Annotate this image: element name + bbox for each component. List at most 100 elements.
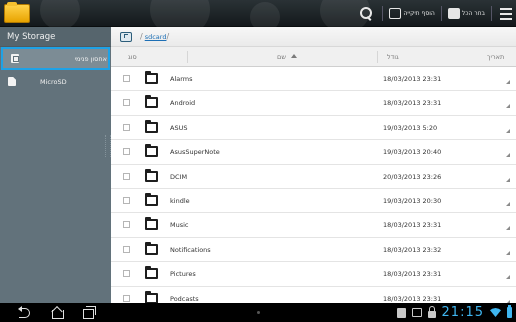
recent-apps-icon[interactable]: [82, 306, 96, 319]
row-checkbox[interactable]: [123, 75, 130, 82]
file-date: 19/03/2013 20:40: [383, 148, 442, 157]
folder-icon: [145, 71, 158, 84]
file-name: AsusSuperNote: [170, 148, 220, 157]
row-checkbox[interactable]: [123, 221, 130, 229]
action-bar-buttons: הוסף תיקייה בחר הכל: [358, 4, 512, 23]
row-checkbox[interactable]: [123, 172, 130, 180]
row-checkbox[interactable]: [123, 196, 130, 204]
file-list: Alarms 18/03/2013 23:31 Android 18/03/20…: [111, 67, 516, 303]
folder-icon: [145, 290, 158, 303]
column-divider: [187, 51, 188, 63]
sidebar-item-label: אחסון פנימי: [74, 54, 107, 63]
file-row[interactable]: Android 18/03/2013 23:31: [111, 91, 516, 116]
indicator-dot: [257, 311, 260, 314]
row-checkbox[interactable]: [123, 270, 130, 278]
back-icon[interactable]: [18, 306, 32, 318]
row-corner-icon: [506, 80, 510, 84]
file-date: 19/03/2013 20:30: [383, 196, 442, 205]
file-name: Podcasts: [170, 294, 199, 303]
file-name: DCIM: [170, 172, 188, 181]
file-name: Music: [170, 221, 189, 230]
file-row[interactable]: Podcasts 18/03/2013 23:31: [111, 287, 516, 303]
file-date: 18/03/2013 23:31: [383, 75, 442, 83]
action-bar: הוסף תיקייה בחר הכל: [0, 0, 516, 37]
folder-icon: [145, 119, 158, 133]
breadcrumb-separator: /: [166, 32, 170, 41]
row-checkbox[interactable]: [123, 99, 130, 107]
internal-storage-icon: [11, 54, 19, 63]
file-date: 19/03/2013 5:20: [383, 123, 438, 132]
system-navigation-bar: 21:15: [0, 303, 516, 322]
breadcrumb: / sdcard /: [111, 27, 516, 47]
row-corner-icon: [506, 275, 510, 280]
sidebar-item-internal-storage[interactable]: אחסון פנימי: [1, 47, 110, 70]
select-all-icon: [447, 8, 460, 19]
file-name: Android: [170, 99, 196, 108]
column-divider: [377, 51, 378, 63]
sd-card-icon: [8, 77, 16, 86]
file-manager-app-icon[interactable]: [4, 2, 30, 23]
home-icon[interactable]: [50, 306, 64, 319]
file-row[interactable]: Alarms 18/03/2013 23:31: [111, 67, 516, 92]
row-corner-icon: [506, 226, 510, 231]
folder-icon: [145, 217, 158, 231]
file-row[interactable]: DCIM 20/03/2013 23:26: [111, 165, 516, 189]
breadcrumb-sdcard[interactable]: sdcard: [145, 33, 167, 41]
folder-icon: [145, 168, 158, 182]
file-row[interactable]: kindle 19/03/2013 20:30: [111, 189, 516, 214]
select-all-label: בחר הכל: [461, 10, 485, 17]
row-checkbox[interactable]: [123, 123, 130, 131]
column-header-date[interactable]: תאריך: [487, 53, 504, 61]
add-folder-icon: [389, 8, 402, 19]
lock-icon: [427, 305, 436, 318]
column-header-name[interactable]: שם: [277, 53, 297, 61]
overflow-menu-icon[interactable]: [500, 7, 512, 20]
add-folder-button[interactable]: הוסף תיקייה: [387, 5, 436, 22]
decor-bubble: [40, 0, 80, 30]
status-area[interactable]: 21:15: [396, 305, 512, 320]
file-date: 18/03/2013 23:32: [383, 245, 442, 254]
folder-icon: [145, 144, 158, 158]
row-checkbox[interactable]: [123, 148, 130, 156]
column-header-name-label: שם: [277, 53, 286, 61]
row-corner-icon: [506, 128, 510, 133]
divider: [382, 6, 384, 21]
file-row[interactable]: Music 18/03/2013 23:31: [111, 213, 516, 238]
folder-icon: [145, 192, 158, 206]
file-row[interactable]: ASUS 19/03/2013 5:20: [111, 116, 516, 141]
row-checkbox[interactable]: [123, 294, 130, 302]
storage-sidebar: My Storage אחסון פנימי MicroSD: [0, 27, 111, 303]
sidebar-item-microsd[interactable]: MicroSD: [0, 70, 111, 93]
column-header-size[interactable]: גודל: [387, 53, 399, 61]
file-list-pane: / sdcard / סוג שם גודל תאריך Alarms 18/0…: [111, 27, 516, 303]
row-checkbox[interactable]: [123, 245, 130, 253]
row-corner-icon: [506, 177, 510, 182]
clock: 21:15: [441, 305, 484, 320]
file-date: 18/03/2013 23:31: [383, 294, 442, 303]
divider: [440, 6, 442, 21]
folder-icon: [145, 95, 158, 109]
file-name: Notifications: [170, 245, 211, 254]
file-date: 20/03/2013 23:26: [383, 172, 442, 181]
file-name: Pictures: [170, 270, 196, 279]
file-row[interactable]: Pictures 18/03/2013 23:31: [111, 262, 516, 287]
select-all-button[interactable]: בחר הכל: [446, 5, 487, 22]
file-name: Alarms: [170, 75, 193, 83]
column-header-type[interactable]: סוג: [128, 53, 137, 61]
folder-icon: [145, 241, 158, 255]
row-corner-icon: [506, 201, 510, 206]
divider: [491, 6, 492, 21]
file-row[interactable]: Notifications 18/03/2013 23:32: [111, 238, 516, 263]
file-date: 18/03/2013 23:31: [383, 221, 442, 230]
battery-icon: [507, 305, 512, 318]
screenshot-icon: [411, 308, 422, 317]
parent-folder-icon[interactable]: [120, 31, 132, 42]
file-row[interactable]: AsusSuperNote 19/03/2013 20:40: [111, 140, 516, 165]
search-icon[interactable]: [358, 6, 374, 22]
add-folder-label: הוסף תיקייה: [403, 10, 435, 17]
file-date: 18/03/2013 23:31: [383, 99, 442, 108]
file-name: ASUS: [170, 123, 188, 132]
notification-icon: [396, 307, 406, 318]
breadcrumb-separator: /: [140, 32, 143, 41]
column-headers: סוג שם גודל תאריך: [111, 47, 516, 67]
